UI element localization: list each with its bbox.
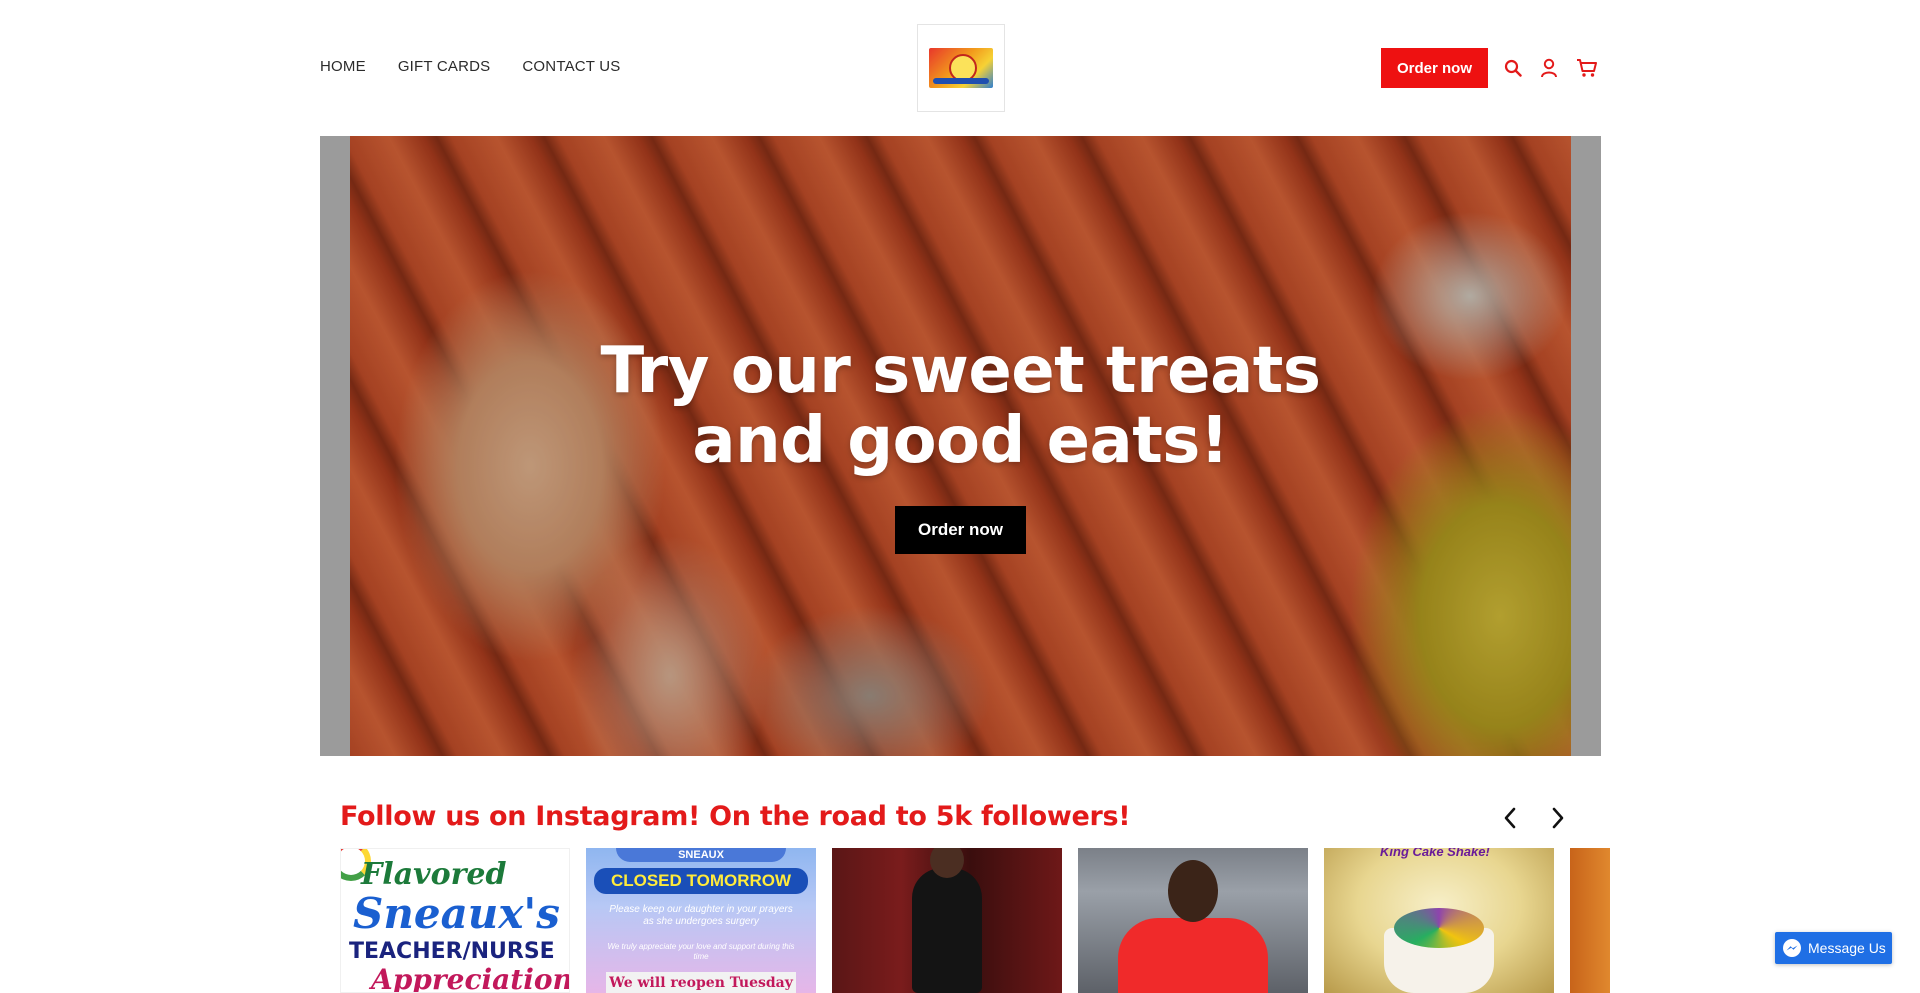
chevron-left-icon [1504, 807, 1516, 829]
hero-banner: Try our sweet treats and good eats! Orde… [320, 136, 1601, 756]
hero-order-now-button[interactable]: Order now [895, 506, 1026, 554]
cart-icon[interactable] [1574, 57, 1600, 79]
account-icon[interactable] [1538, 57, 1560, 79]
main-nav: HOME GIFT CARDS CONTACT US [320, 58, 621, 75]
post-text: SNEAUX [616, 848, 786, 862]
messenger-chat-button[interactable]: Message Us [1775, 932, 1892, 964]
post-text: We will reopen Tuesday [606, 972, 796, 993]
messenger-label: Message Us [1808, 940, 1886, 956]
post-text: Sneaux's [353, 889, 560, 938]
post-text: Flavored [361, 857, 507, 892]
site-header: HOME GIFT CARDS CONTACT US Order now [0, 0, 1920, 120]
instagram-post[interactable]: SNEAUX CLOSED TOMORROW Please keep our d… [586, 848, 816, 993]
site-logo[interactable] [917, 24, 1005, 112]
post-text: CLOSED TOMORROW [594, 868, 808, 894]
search-icon[interactable] [1502, 57, 1524, 79]
messenger-icon [1783, 939, 1801, 957]
instagram-feed: Flavored Sneaux's TEACHER/NURSE Apprecia… [340, 848, 1920, 993]
post-text: We truly appreciate your love and suppor… [607, 942, 795, 961]
instagram-post[interactable]: Flavored Sneaux's TEACHER/NURSE Apprecia… [340, 848, 570, 993]
instagram-post[interactable] [1078, 848, 1308, 993]
hero-title-line-1: Try our sweet treats [600, 334, 1321, 408]
instagram-post[interactable] [832, 848, 1062, 993]
header-order-now-button[interactable]: Order now [1381, 48, 1489, 88]
nav-contact-us[interactable]: CONTACT US [522, 58, 620, 75]
header-actions: Order now [1381, 48, 1600, 88]
post-text: Appreciation [371, 963, 570, 993]
nav-home[interactable]: HOME [320, 58, 366, 75]
nav-gift-cards[interactable]: GIFT CARDS [398, 58, 491, 75]
hero-title: Try our sweet treats and good eats! [320, 336, 1601, 476]
carousel-next-button[interactable] [1544, 804, 1572, 832]
logo-image [929, 48, 993, 88]
instagram-post[interactable]: King Cake Shake! [1324, 848, 1554, 993]
hero-title-line-2: and good eats! [692, 404, 1229, 478]
instagram-post[interactable] [1570, 848, 1610, 993]
post-text: King Cake Shake! [1380, 848, 1490, 859]
carousel-prev-button[interactable] [1496, 804, 1524, 832]
post-text: Please keep our daughter in your prayers… [609, 904, 793, 927]
instagram-section-title: Follow us on Instagram! On the road to 5… [340, 801, 1131, 832]
post-text: TEACHER/NURSE [349, 939, 555, 964]
chevron-right-icon [1552, 807, 1564, 829]
